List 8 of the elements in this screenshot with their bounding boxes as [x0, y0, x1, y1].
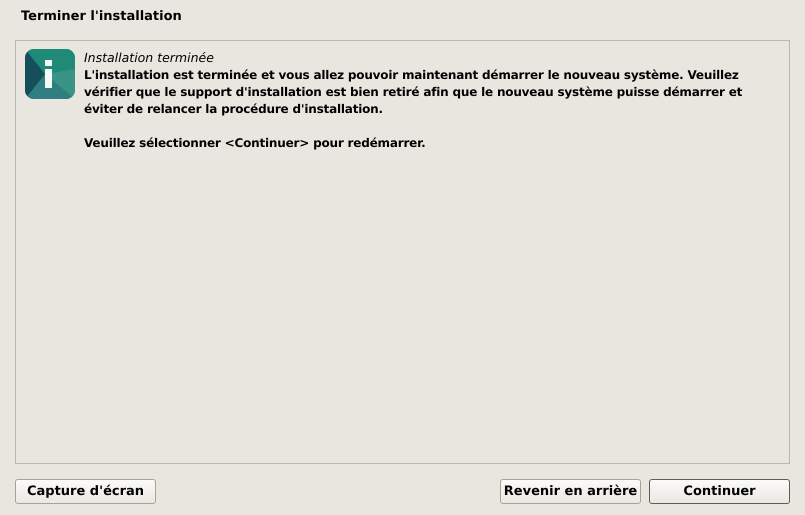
message-heading: Installation terminée: [84, 49, 215, 66]
dialog-button[interactable]: Revenir en arrière: [500, 479, 641, 504]
dialog-button[interactable]: Continuer: [649, 479, 790, 504]
info-icon: [25, 49, 75, 99]
message-text: Veuillez sélectionner <Continuer> pour redémarrer.: [84, 135, 426, 152]
window-title: Terminer l'installation: [20, 8, 183, 26]
dialog-button[interactable]: Capture d'écran: [15, 479, 156, 504]
message-text: L'installation est terminée et vous allez pouvoir maintenant démarrer le nouveau système. Veuillez vérifier que le support d'installation est bien retiré afin que le nouveau système puisse démarrer et éviter de relancer la procédure d'installation.: [84, 67, 744, 118]
